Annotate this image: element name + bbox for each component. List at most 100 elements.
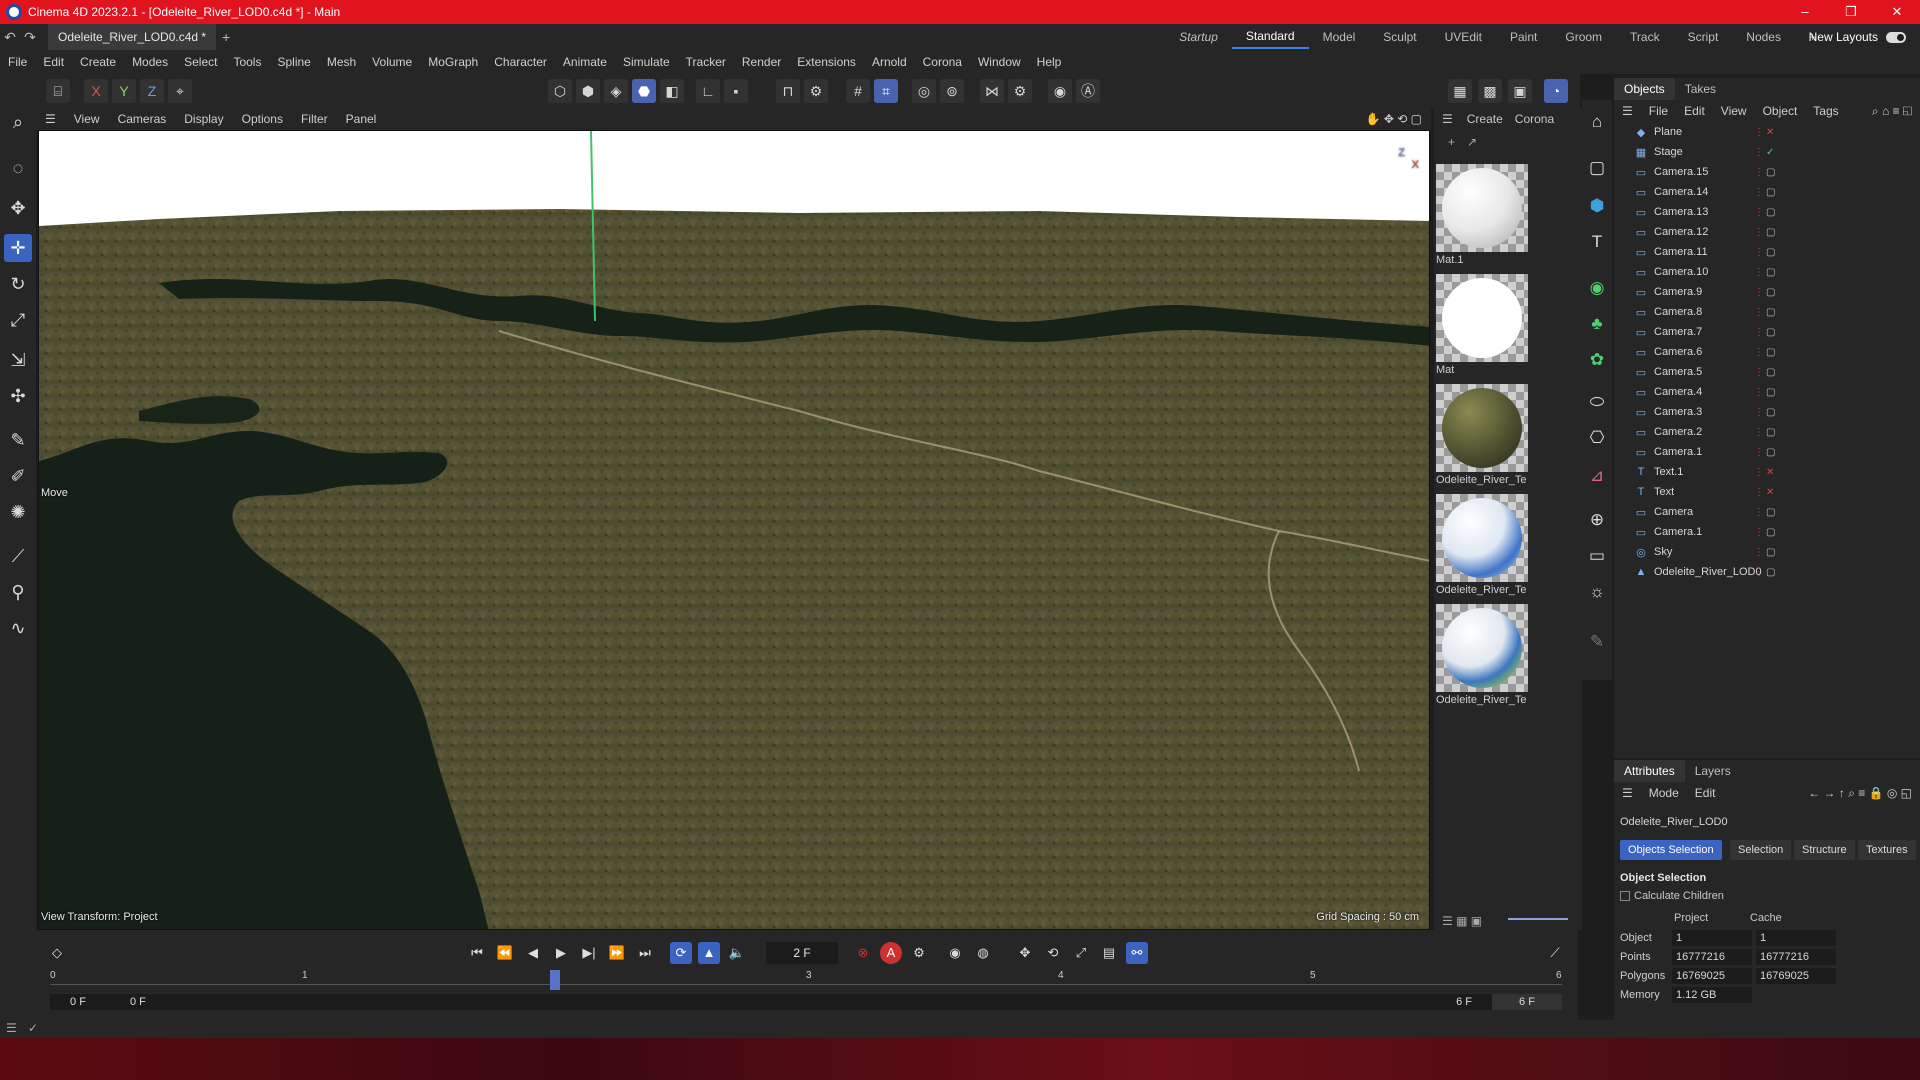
viewport-menu-panel[interactable]: Panel [337,112,386,126]
enable-toggle-icon[interactable]: ▢ [1766,507,1775,518]
visibility-dots-icon[interactable]: ⋮ [1754,127,1764,138]
text-tool-icon[interactable]: T [1585,230,1609,254]
menu-mesh[interactable]: Mesh [319,55,364,69]
snap-icon[interactable]: ⊓ [776,79,800,103]
material-menu-create[interactable]: Create [1461,112,1509,126]
tab-objects[interactable]: Objects [1614,78,1675,100]
structure-button[interactable]: Structure [1794,840,1855,860]
object-row[interactable]: ▭ Camera.1 ⋮ ▢ [1614,442,1920,462]
menu-mograph[interactable]: MoGraph [420,55,486,69]
coordinate-system-icon[interactable]: ⌖ [168,79,192,103]
visibility-dots-icon[interactable]: ⋮ [1754,547,1764,558]
brush-icon[interactable]: ⟋ [4,542,32,570]
search-icon[interactable]: ⌕ [4,108,32,136]
enable-toggle-icon[interactable]: ▢ [1766,187,1775,198]
motion-clip-icon[interactable]: ◍ [972,942,994,964]
menu-create[interactable]: Create [72,55,124,69]
object-row[interactable]: ▭ Camera.2 ⋮ ▢ [1614,422,1920,442]
objects-menu-view[interactable]: View [1713,104,1755,118]
scale-key-icon[interactable]: ⤢ [1070,942,1092,964]
object-row[interactable]: ▭ Camera.15 ⋮ ▢ [1614,162,1920,182]
layout-tab-script[interactable]: Script [1674,30,1733,44]
minimize-button[interactable]: – [1782,0,1828,24]
texture-mode-icon[interactable]: ▪ [724,79,748,103]
model-mode-icon[interactable]: ⬡ [548,79,572,103]
object-row[interactable]: ▭ Camera ⋮ ▢ [1614,502,1920,522]
live-selection-icon[interactable]: ◌ [4,154,32,182]
render-settings-icon[interactable]: ⊚ [940,79,964,103]
menu-render[interactable]: Render [734,55,789,69]
objects-selection-button[interactable]: Objects Selection [1620,840,1722,860]
enable-toggle-icon[interactable]: ▢ [1766,167,1775,178]
viewport-menu-display[interactable]: Display [175,112,232,126]
workplane-icon[interactable]: # [846,79,870,103]
transform-tool-icon[interactable]: ✣ [4,382,32,410]
visibility-dots-icon[interactable]: ⋮ [1754,567,1764,578]
viewport-menu-view[interactable]: View [65,112,109,126]
camera-palette-icon[interactable]: ⌂ [1585,110,1609,134]
object-row[interactable]: ▭ Camera.9 ⋮ ▢ [1614,282,1920,302]
visibility-dots-icon[interactable]: ⋮ [1754,207,1764,218]
attributes-menu-edit[interactable]: Edit [1687,786,1724,800]
deformer-icon[interactable]: ⬭ [1585,390,1609,414]
spline-pen-icon[interactable]: ✎ [4,426,32,454]
cube-outline-icon[interactable]: ▢ [1585,156,1609,180]
new-layouts-toggle[interactable] [1886,31,1906,43]
settings-gear-icon[interactable]: ⚙ [1008,79,1032,103]
menu-simulate[interactable]: Simulate [615,55,678,69]
camera-icon[interactable]: ▭ [1585,544,1609,568]
next-frame-icon[interactable]: ▶| [578,942,600,964]
points-mode-icon[interactable]: ⬢ [576,79,600,103]
enabled-check-icon[interactable]: ✓ [1766,147,1774,158]
calculate-children-checkbox[interactable] [1620,891,1630,901]
pla-key-icon[interactable]: ⚯ [1126,942,1148,964]
object-row[interactable]: ◎ Sky ⋮ ▢ [1614,542,1920,562]
grid-snap-icon[interactable]: ⌗ [874,79,898,103]
timeline-ruler[interactable]: 0123456 [50,970,1562,992]
visibility-dots-icon[interactable]: ⋮ [1754,227,1764,238]
layout-tab-standard[interactable]: Standard [1231,25,1309,49]
corona-interactive-icon[interactable]: ◔ [1544,79,1568,103]
tab-layers[interactable]: Layers [1685,764,1741,778]
visibility-dots-icon[interactable]: ⋮ [1754,507,1764,518]
layout-tab-track[interactable]: Track [1616,30,1674,44]
layout-tab-startup[interactable]: Startup [1165,30,1232,44]
enable-toggle-icon[interactable]: ▢ [1766,567,1775,578]
current-frame-field[interactable]: 2 F [766,942,838,964]
visibility-dots-icon[interactable]: ⋮ [1754,187,1764,198]
object-row[interactable]: ▦ Stage ⋮ ✓ [1614,142,1920,162]
prev-key-icon[interactable]: ⏪ [494,942,516,964]
object-row[interactable]: ▭ Camera.7 ⋮ ▢ [1614,322,1920,342]
visibility-dots-icon[interactable]: ⋮ [1754,327,1764,338]
disabled-x-icon[interactable]: ✕ [1766,487,1774,498]
visibility-dots-icon[interactable]: ⋮ [1754,387,1764,398]
objects-menu-icon[interactable]: ☰ [1614,104,1641,118]
auto-icon[interactable]: Ⓐ [1076,79,1100,103]
generator-icon[interactable]: ◉ [1585,276,1609,300]
object-row[interactable]: ◆ Plane ⋮ ✕ [1614,122,1920,142]
visibility-dots-icon[interactable]: ⋮ [1754,267,1764,278]
object-row[interactable]: ▭ Camera.13 ⋮ ▢ [1614,202,1920,222]
viewport-menu-filter[interactable]: Filter [292,112,337,126]
tweak-icon[interactable]: ✥ [4,194,32,222]
keyframe-icon[interactable]: ◇ [46,942,68,964]
spline-sketch-icon[interactable]: ✐ [4,462,32,490]
field-icon[interactable]: ⎔ [1585,426,1609,450]
enable-toggle-icon[interactable]: ▢ [1766,267,1775,278]
close-button[interactable]: ✕ [1874,0,1920,24]
material-item[interactable]: Odeleite_River_Te [1436,494,1528,596]
thumbnail-size-slider[interactable] [1508,918,1568,920]
motion-record-icon[interactable]: ◉ [944,942,966,964]
enable-toggle-icon[interactable]: ▢ [1766,387,1775,398]
playhead[interactable] [550,970,560,990]
effector-icon[interactable]: ✿ [1585,348,1609,372]
start-frame-field[interactable]: 0 F [50,994,106,1010]
undo-icon[interactable]: ↶ [0,29,20,46]
object-row[interactable]: ▭ Camera.3 ⋮ ▢ [1614,402,1920,422]
layout-tab-groom[interactable]: Groom [1551,30,1616,44]
move-tool-icon[interactable]: ✛ [4,234,32,262]
view-mode-icons[interactable]: ☰ ▦ ▣ [1442,914,1482,928]
light-icon[interactable]: ☼ [1585,580,1609,604]
autokey-icon[interactable]: A [880,942,902,964]
render-view-icon[interactable]: ▦ [1448,79,1472,103]
